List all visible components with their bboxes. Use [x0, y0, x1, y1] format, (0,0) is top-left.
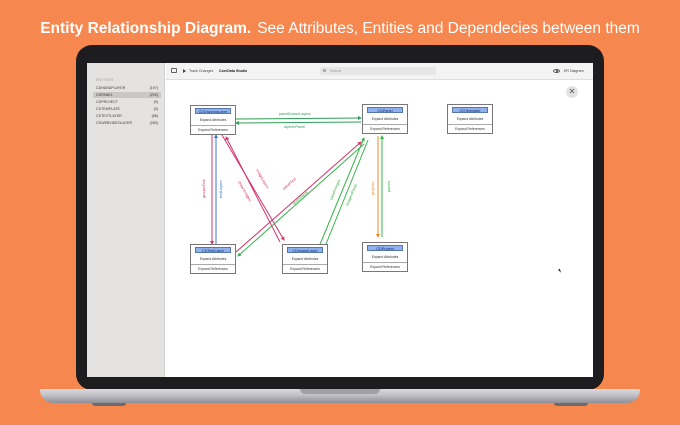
sidebar-item-count: (283): [149, 121, 158, 125]
entity-cdimagelayer[interactable]: CDImageLayer Expand Attributes Expand Re…: [282, 244, 328, 274]
expand-references-button[interactable]: Expand References: [191, 267, 235, 271]
entity-title: CDTextLayer: [195, 247, 231, 253]
play-icon[interactable]: [183, 68, 186, 73]
entity-cdtemplate[interactable]: CDTemplate Expand Attributes Expand Refe…: [447, 104, 493, 134]
edge-panel-drawn-layers: [235, 116, 362, 121]
divider: [363, 124, 407, 125]
expand-attributes-button[interactable]: Expand Attributes: [363, 255, 407, 259]
divider: [283, 264, 327, 265]
track-changes-button[interactable]: Track Changes: [189, 69, 213, 73]
expand-attributes-button[interactable]: Expand Attributes: [448, 117, 492, 121]
expand-references-button[interactable]: Expand References: [191, 128, 235, 132]
entity-title: CDImageLayer: [287, 247, 323, 253]
sidebar: ENTITIES CDHANDPLAYER (197) CDPANEL (203) …: [87, 63, 165, 377]
edge-label: textLayers: [219, 180, 223, 198]
sidebar-item-label: CDPROJECT: [96, 100, 118, 104]
headline: Entity Relationship Diagram. See Attribut…: [0, 20, 680, 38]
entity-cdproject[interactable]: CDProject Expand Attributes Expand Refer…: [362, 242, 408, 272]
expand-attributes-button[interactable]: Expand Attributes: [283, 257, 327, 261]
sidebar-toggle-icon[interactable]: [171, 68, 177, 73]
edge-label: panelDrawnLayers: [279, 112, 311, 116]
sidebar-item-label: CDTEMPLATE: [96, 107, 120, 111]
expand-attributes-button[interactable]: Expand Attributes: [191, 118, 235, 122]
sidebar-item-count: (197): [149, 86, 158, 90]
sidebar-item-label: CDHANDPLAYER: [96, 86, 126, 90]
divider: [363, 262, 407, 263]
sidebar-section-title: ENTITIES: [96, 78, 114, 82]
sidebar-item-textlayer[interactable]: CDTEXTLAYER (88): [93, 113, 161, 119]
eye-icon[interactable]: [553, 68, 560, 73]
entity-title: CDProject: [367, 245, 403, 251]
sidebar-item-count: (203): [149, 93, 158, 97]
expand-references-button[interactable]: Expand References: [448, 127, 492, 131]
expand-references-button[interactable]: Expand References: [363, 127, 407, 131]
headline-title: Entity Relationship Diagram.: [40, 20, 252, 37]
expand-attributes-button[interactable]: Expand Attributes: [191, 257, 235, 261]
sidebar-item-panel[interactable]: CDPANEL (203): [93, 92, 161, 98]
entity-title: CDTemplate: [452, 107, 488, 113]
sidebar-item-count: (9): [153, 100, 158, 104]
entity-title: CDPanel: [367, 107, 403, 113]
headline-subtitle: See Attributes, Entities and Dependecies…: [257, 20, 640, 37]
expand-references-button[interactable]: Expand References: [283, 267, 327, 271]
divider: [191, 125, 235, 126]
edge-layer-in-panel: [235, 120, 362, 125]
search-input[interactable]: Search: [320, 67, 436, 75]
edge-label: imageInPanel: [345, 183, 358, 206]
toolbar: Track Changes CoreData Studio Search ER …: [166, 63, 593, 80]
entity-cdtextlayer[interactable]: CDTextLayer Expand Attributes Expand Ref…: [190, 244, 236, 274]
expand-references-button[interactable]: Expand References: [363, 265, 407, 269]
search-placeholder: Search: [330, 69, 342, 73]
edge-label: groupsText: [202, 178, 206, 198]
sidebar-item-label: CDTEXTLAYER: [96, 114, 122, 118]
search-icon: [323, 69, 327, 73]
camera-notch: [315, 45, 365, 53]
sidebar-item-label: CDPANEL: [96, 93, 113, 97]
divider: [448, 124, 492, 125]
entity-cdpanel[interactable]: CDPanel Expand Attributes Expand Referen…: [362, 104, 408, 134]
entity-title: CDDrawingLayer: [195, 108, 231, 114]
expand-attributes-button[interactable]: Expand Attributes: [363, 117, 407, 121]
divider: [191, 264, 235, 265]
edge-label: panels: [387, 181, 391, 192]
app-window: ENTITIES CDHANDPLAYER (197) CDPANEL (203) …: [87, 63, 593, 377]
sidebar-item-project[interactable]: CDPROJECT (9): [93, 99, 161, 105]
entity-cddrawinglayer[interactable]: CDDrawingLayer Expand Attributes Expand …: [190, 105, 236, 135]
laptop-groove: [300, 389, 380, 394]
view-mode-button[interactable]: ER Diagram: [564, 69, 584, 73]
sidebar-item-template[interactable]: CDTEMPLATE (0): [93, 106, 161, 112]
edge-image-layers: [221, 134, 285, 241]
edge-label: projects: [371, 182, 375, 195]
sidebar-item-webvideolayer[interactable]: CDWEBVIDEOLAYER (283): [93, 120, 161, 126]
laptop-foot-left: [92, 403, 126, 406]
edge-panel-images: [315, 137, 365, 255]
app-title: CoreData Studio: [219, 69, 248, 73]
sidebar-item-count: (88): [151, 114, 158, 118]
edge-label: textInPanel: [292, 190, 309, 206]
diagram-canvas[interactable]: ✕ panelDrawnLayers layerInPanel groupsTe…: [166, 80, 593, 377]
sidebar-item-count: (0): [153, 107, 158, 111]
edge-label: imageLayers: [255, 169, 269, 190]
sidebar-item-handplayer[interactable]: CDHANDPLAYER (197): [93, 85, 161, 91]
edge-label: layerInPanel: [284, 125, 305, 129]
sidebar-item-label: CDWEBVIDEOLAYER: [96, 121, 133, 125]
edge-image-in-panel: [321, 139, 369, 255]
laptop-foot-right: [554, 403, 588, 406]
edge-label: panelText: [282, 176, 298, 190]
